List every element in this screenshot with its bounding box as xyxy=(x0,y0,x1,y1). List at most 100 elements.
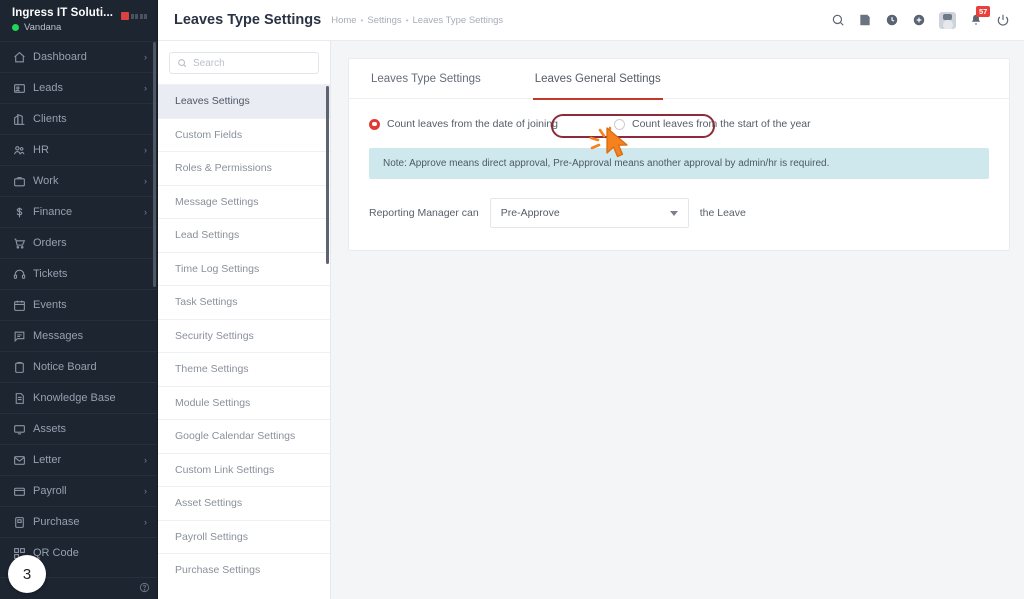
note-icon[interactable] xyxy=(858,13,872,27)
sidebar-item-label: Work xyxy=(33,175,59,187)
sidebar-item-label: Tickets xyxy=(33,268,68,280)
hr-icon xyxy=(13,144,33,157)
sidebar-scrollbar[interactable] xyxy=(153,42,156,287)
settings-item-asset-settings[interactable]: Asset Settings xyxy=(158,486,330,520)
step-badge: 3 xyxy=(8,555,46,593)
user-status-row: Vandana xyxy=(12,22,113,33)
sidebar-header[interactable]: Ingress IT Soluti... Vandana xyxy=(0,0,157,41)
sidebar-item-orders[interactable]: Orders xyxy=(0,227,157,258)
clipboard-icon xyxy=(13,361,33,374)
settings-item-time-log-settings[interactable]: Time Log Settings xyxy=(158,251,330,286)
settings-item-lead-settings[interactable]: Lead Settings xyxy=(158,218,330,252)
breadcrumb-item-home[interactable]: Home xyxy=(331,15,356,26)
settings-item-google-calendar-settings[interactable]: Google Calendar Settings xyxy=(158,419,330,453)
approval-note: Note: Approve means direct approval, Pre… xyxy=(369,148,989,179)
wallet-icon xyxy=(13,485,33,498)
tab-label: Leaves Type Settings xyxy=(371,72,481,85)
help-icon[interactable] xyxy=(139,582,150,596)
reporting-manager-select[interactable]: Pre-Approve xyxy=(489,198,689,228)
tab-leaves-general-settings[interactable]: Leaves General Settings xyxy=(532,60,663,100)
settings-item-theme-settings[interactable]: Theme Settings xyxy=(158,352,330,386)
search-icon[interactable] xyxy=(831,13,845,27)
chevron-right-icon: › xyxy=(144,486,147,496)
settings-item-leaves-settings[interactable]: Leaves Settings xyxy=(158,84,330,118)
chevron-right-icon: › xyxy=(144,455,147,465)
settings-item-label: Lead Settings xyxy=(175,229,240,242)
sidebar-item-tickets[interactable]: Tickets xyxy=(0,258,157,289)
sidebar-nav: Dashboard › Leads › Clients HR › Work › … xyxy=(0,41,157,599)
settings-item-module-settings[interactable]: Module Settings xyxy=(158,385,330,420)
sidebar-item-label: Notice Board xyxy=(33,361,97,373)
settings-item-payroll-settings[interactable]: Payroll Settings xyxy=(158,519,330,554)
home-icon xyxy=(13,51,33,64)
settings-item-roles-permissions[interactable]: Roles & Permissions xyxy=(158,151,330,185)
sidebar-item-clients[interactable]: Clients xyxy=(0,103,157,134)
logo-bars-icon xyxy=(130,13,147,19)
radio-option-label: Count leaves from the date of joining xyxy=(387,118,559,130)
settings-item-label: Custom Link Settings xyxy=(175,463,275,476)
sidebar-item-label: Clients xyxy=(33,113,67,125)
settings-nav: Leaves Settings Custom Fields Roles & Pe… xyxy=(158,41,331,599)
purchase-icon xyxy=(13,516,33,529)
bell-icon[interactable]: 57 xyxy=(969,6,991,27)
settings-item-label: Roles & Permissions xyxy=(175,162,272,175)
settings-item-custom-link-settings[interactable]: Custom Link Settings xyxy=(158,452,330,487)
reporting-manager-value: Pre-Approve xyxy=(500,207,560,219)
headset-icon xyxy=(13,268,33,281)
settings-item-purchase-settings[interactable]: Purchase Settings xyxy=(158,553,330,587)
settings-item-task-settings[interactable]: Task Settings xyxy=(158,285,330,319)
reporting-manager-label: Reporting Manager can xyxy=(369,207,479,219)
sidebar-item-messages[interactable]: Messages xyxy=(0,320,157,351)
clock-icon[interactable] xyxy=(885,13,899,27)
sidebar-item-assets[interactable]: Assets xyxy=(0,413,157,444)
search-input[interactable] xyxy=(193,57,311,69)
settings-item-custom-fields[interactable]: Custom Fields xyxy=(158,117,330,152)
settings-item-label: Asset Settings xyxy=(175,497,243,510)
sidebar-item-notice-board[interactable]: Notice Board xyxy=(0,351,157,382)
sidebar-item-work[interactable]: Work › xyxy=(0,165,157,196)
dollar-icon xyxy=(13,206,33,219)
settings-card: Leaves Type Settings Leaves General Sett… xyxy=(348,58,1010,251)
envelope-icon xyxy=(13,454,33,467)
body-row: Leaves Settings Custom Fields Roles & Pe… xyxy=(158,41,1024,599)
radio-option-date-of-joining[interactable]: Count leaves from the date of joining xyxy=(369,118,558,130)
sidebar: Ingress IT Soluti... Vandana Dashboard ›… xyxy=(0,0,158,599)
sidebar-item-leads[interactable]: Leads › xyxy=(0,72,157,103)
breadcrumb-separator: • xyxy=(360,15,364,25)
brand-logo-icon xyxy=(120,12,147,20)
settings-item-security-settings[interactable]: Security Settings xyxy=(158,318,330,353)
settings-item-label: Security Settings xyxy=(175,329,254,342)
breadcrumb-item-settings[interactable]: Settings xyxy=(367,15,401,26)
sidebar-item-finance[interactable]: Finance › xyxy=(0,196,157,227)
chevron-right-icon: › xyxy=(144,52,147,62)
radio-option-start-of-year[interactable]: Count leaves from the start of the year xyxy=(614,118,811,130)
top-bar: Leaves Type Settings Home • Settings • L… xyxy=(158,0,1024,41)
avatar[interactable] xyxy=(939,11,956,29)
book-icon xyxy=(13,392,33,405)
settings-nav-scrollbar[interactable] xyxy=(326,86,329,264)
breadcrumb-item-current: Leaves Type Settings xyxy=(412,14,504,26)
sidebar-item-payroll[interactable]: Payroll › xyxy=(0,475,157,506)
company-name: Ingress IT Soluti... xyxy=(12,7,114,19)
sidebar-item-letter[interactable]: Letter › xyxy=(0,444,157,475)
sidebar-item-purchase[interactable]: Purchase › xyxy=(0,506,157,537)
tab-label: Leaves General Settings xyxy=(534,72,661,85)
chevron-down-icon xyxy=(669,210,678,216)
sidebar-item-label: Purchase xyxy=(33,516,80,528)
main-area: Leaves Type Settings Home • Settings • L… xyxy=(158,0,1024,599)
plus-circle-icon[interactable] xyxy=(912,13,926,27)
leads-icon xyxy=(13,82,33,95)
settings-item-message-settings[interactable]: Message Settings xyxy=(158,184,330,219)
tab-leaves-type-settings[interactable]: Leaves Type Settings xyxy=(369,60,483,100)
radio-button-icon[interactable] xyxy=(614,118,626,130)
sidebar-item-label: HR xyxy=(33,144,49,156)
power-icon[interactable] xyxy=(996,13,1010,27)
sidebar-item-hr[interactable]: HR › xyxy=(0,134,157,165)
sidebar-item-events[interactable]: Events xyxy=(0,289,157,320)
sidebar-item-dashboard[interactable]: Dashboard › xyxy=(0,41,157,72)
sidebar-item-knowledge-base[interactable]: Knowledge Base xyxy=(0,382,157,413)
settings-search-box[interactable] xyxy=(169,52,319,74)
page-title: Leaves Type Settings xyxy=(174,12,322,28)
reporting-manager-suffix: the Leave xyxy=(699,207,746,219)
radio-button-selected-icon[interactable] xyxy=(369,118,380,130)
